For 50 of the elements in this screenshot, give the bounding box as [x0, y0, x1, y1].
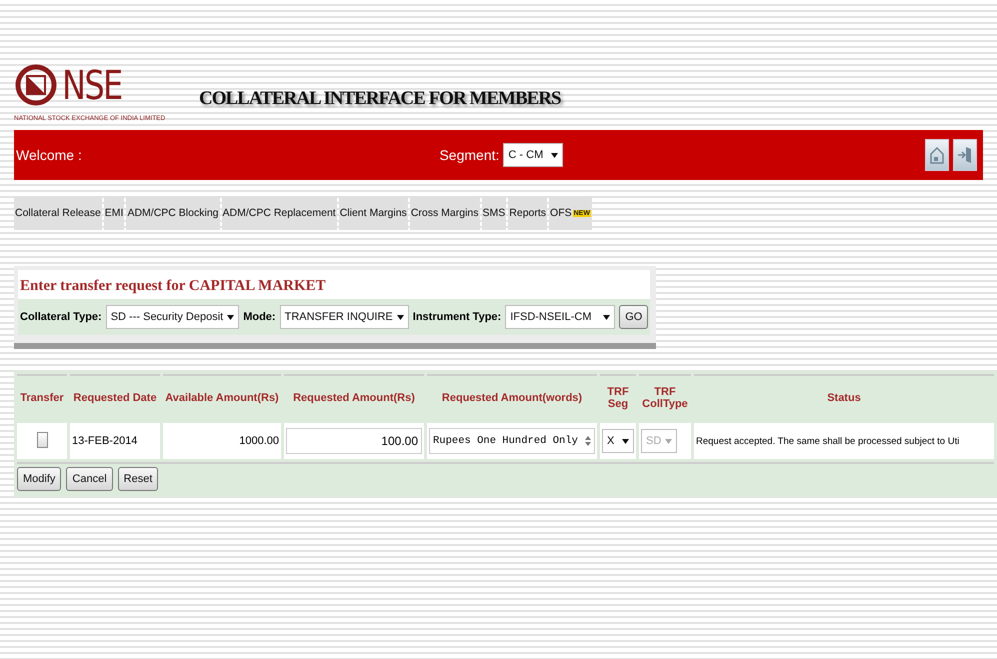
- words-field[interactable]: Rupees One Hundred Only: [429, 428, 595, 454]
- caret-icon: [227, 314, 234, 320]
- menu-tab[interactable]: Collateral Release: [14, 196, 102, 230]
- caret-icon: [665, 438, 672, 444]
- spinner-arrows-icon: [585, 435, 591, 447]
- segment-label: Segment:: [439, 147, 500, 163]
- status-text: Request accepted. The same shall be processed subject to Uti: [696, 436, 960, 447]
- table-cell: 1000.00: [239, 435, 279, 447]
- dropdown-field[interactable]: TRANSFER INQUIRE: [280, 305, 409, 329]
- menu-tab[interactable]: Cross Margins: [410, 196, 480, 230]
- logout-button[interactable]: [953, 139, 977, 171]
- action-button[interactable]: Modify: [17, 467, 62, 491]
- column-header: Requested Amount(words): [442, 392, 582, 404]
- panel-title: Enter transfer request for CAPITAL MARKET: [18, 270, 650, 299]
- table-cell: 13-FEB-2014: [72, 435, 138, 447]
- amount-input[interactable]: 100.00: [286, 428, 422, 454]
- menu-tab[interactable]: SMS: [482, 196, 506, 230]
- caret-icon: [551, 152, 558, 158]
- caret-icon: [622, 438, 629, 444]
- home-icon: [929, 145, 945, 165]
- field-label: Collateral Type:: [20, 311, 102, 323]
- column-header: Status: [827, 392, 861, 404]
- welcome-label: Welcome :: [16, 147, 82, 163]
- logo-text: NSE: [62, 63, 122, 109]
- segment-select[interactable]: X: [602, 429, 634, 453]
- go-button[interactable]: GO: [619, 305, 648, 329]
- caret-icon: [396, 314, 404, 320]
- home-button[interactable]: [925, 139, 949, 171]
- menu-tab[interactable]: Reports: [508, 196, 548, 230]
- segment-select[interactable]: C - CM: [503, 143, 564, 167]
- column-header: Transfer: [20, 392, 64, 404]
- page-title: COLLATERAL INTERFACE FOR MEMBERS: [199, 88, 561, 110]
- field-label: Instrument Type:: [412, 311, 502, 323]
- action-button[interactable]: Cancel: [66, 467, 113, 491]
- column-header: Requested Date: [73, 392, 157, 404]
- menu-tab[interactable]: ADM/CPC Replacement: [222, 196, 337, 230]
- column-header: TRF CollType: [641, 386, 689, 410]
- column-header: Available Amount(Rs): [165, 392, 279, 404]
- menu-tab[interactable]: EMI: [104, 196, 124, 230]
- caret-icon: [603, 314, 610, 320]
- dropdown-field[interactable]: SD --- Security Deposit: [106, 305, 240, 329]
- column-header: TRF Seg: [606, 386, 630, 410]
- dropdown-field[interactable]: IFSD-NSEIL-CM: [505, 305, 616, 329]
- menu-tab[interactable]: ADM/CPC Blocking: [126, 196, 220, 230]
- action-button[interactable]: Reset: [118, 467, 158, 491]
- exit-door-icon: [957, 145, 973, 165]
- column-header: Requested Amount(Rs): [293, 392, 415, 404]
- menu-tab[interactable]: Client Margins: [338, 196, 408, 230]
- field-label: Mode:: [243, 311, 276, 323]
- transfer-checkbox[interactable]: [36, 432, 48, 448]
